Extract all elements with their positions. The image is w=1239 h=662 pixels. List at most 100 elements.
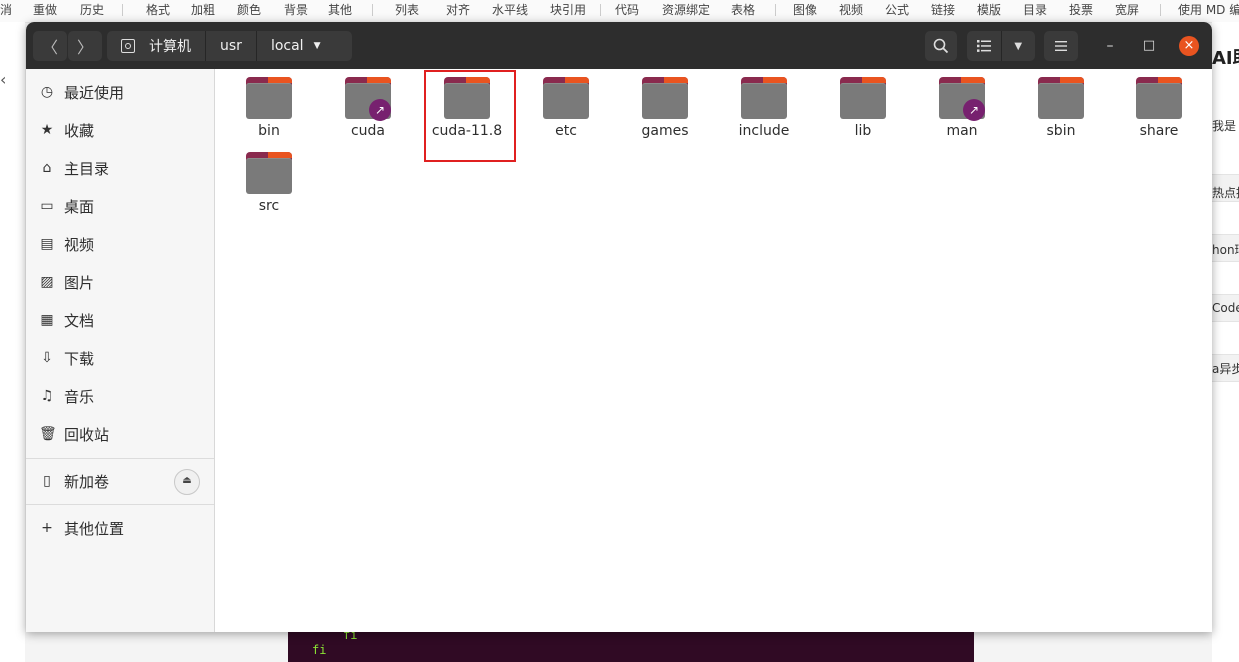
sidebar-item-label: 主目录 (64, 159, 110, 178)
toolbar-item[interactable]: 对齐 (446, 1, 470, 18)
chevron-right-icon: 〉 (76, 38, 93, 57)
toolbar-item[interactable]: 重做 (33, 1, 57, 18)
file-name: cuda (350, 123, 386, 139)
file-name: share (1139, 123, 1179, 139)
chevron-down-icon: ▼ (1014, 40, 1023, 52)
folder-item[interactable]: ↗ man (917, 77, 1007, 139)
list-view-button[interactable] (967, 31, 1002, 61)
breadcrumb-computer[interactable]: 计算机 (107, 31, 206, 61)
toolbar-item[interactable]: 表格 (731, 1, 755, 18)
sidebar-item-desktop[interactable]: ▭ 桌面 (26, 187, 214, 225)
desktop-icon: ▭ (40, 198, 54, 214)
minimize-button[interactable]: – (1099, 35, 1121, 57)
toolbar-item[interactable]: 资源绑定 (662, 1, 710, 18)
film-icon: ▤ (40, 236, 54, 252)
toolbar-item[interactable]: 图像 (793, 1, 817, 18)
toolbar-item[interactable]: 颜色 (237, 1, 261, 18)
sidebar-item-home[interactable]: ⌂ 主目录 (26, 149, 214, 187)
folder-item[interactable]: ↗ cuda (323, 77, 413, 139)
toolbar-item[interactable]: 历史 (80, 1, 104, 18)
menu-button[interactable] (1044, 31, 1078, 61)
sidebar-item-other-locations[interactable]: + 其他位置 (26, 509, 214, 547)
sidebar-divider (26, 504, 214, 505)
file-grid: bin ↗ cuda cuda-11.8 etc games include l… (215, 69, 1212, 632)
breadcrumb-local[interactable]: local ▼ (257, 31, 335, 61)
sidebar-item-recent[interactable]: ◷ 最近使用 (26, 73, 214, 111)
sidebar-item-label: 最近使用 (64, 83, 125, 102)
folder-item[interactable]: etc (521, 77, 611, 139)
sidebar-item-label: 收藏 (64, 121, 95, 140)
panel-text[interactable]: hon环 (1212, 241, 1239, 258)
back-button[interactable]: 〈 (33, 31, 67, 61)
toolbar-item[interactable]: 水平线 (492, 1, 528, 18)
sidebar-item-label: 音乐 (64, 387, 95, 406)
folder-icon (246, 77, 292, 119)
toolbar-item[interactable]: 模版 (977, 1, 1001, 18)
sidebar-item-starred[interactable]: ★ 收藏 (26, 111, 214, 149)
sidebar-item-label: 回收站 (64, 425, 110, 444)
file-manager-window: 〈 〉 计算机 usr local ▼ ▼ – □ × ◷ 最近使用 ★ 收藏 … (26, 22, 1212, 632)
file-name: lib (854, 123, 872, 139)
maximize-button[interactable]: □ (1138, 35, 1160, 57)
sidebar-item-trash[interactable]: 🗑 回收站 (26, 415, 214, 453)
background-terminal: fi fi (288, 628, 974, 662)
sidebar-item-downloads[interactable]: ⇩ 下载 (26, 339, 214, 377)
toolbar-item[interactable]: 列表 (395, 1, 419, 18)
music-note-icon: ♫ (40, 388, 54, 404)
panel-text[interactable]: 热点推 (1212, 184, 1239, 201)
forward-button[interactable]: 〉 (68, 31, 102, 61)
chevron-down-icon: ▼ (313, 41, 321, 51)
terminal-line: fi (312, 643, 327, 657)
clock-icon: ◷ (40, 84, 54, 100)
toolbar-item[interactable]: 视频 (839, 1, 863, 18)
toolbar-item[interactable]: 使用 MD 编 (1178, 1, 1239, 18)
toolbar-item[interactable]: 其他 (328, 1, 352, 18)
folder-item[interactable]: games (620, 77, 710, 139)
panel-text: 我是 (1212, 119, 1237, 133)
file-name: include (738, 123, 790, 139)
folder-item[interactable]: lib (818, 77, 908, 139)
highlight-box (424, 70, 516, 162)
folder-item[interactable]: src (224, 152, 314, 214)
panel-text[interactable]: Code (1212, 301, 1239, 315)
toolbar-item[interactable]: 代码 (615, 1, 639, 18)
folder-item[interactable]: share (1114, 77, 1204, 139)
star-icon: ★ (40, 122, 54, 138)
breadcrumb: 计算机 usr local ▼ (107, 31, 352, 61)
toolbar-item[interactable]: 目录 (1023, 1, 1047, 18)
background-left-edge: ‹ (0, 22, 25, 662)
ai-panel-heading: AI助 (1212, 48, 1239, 69)
toolbar-item[interactable]: 加粗 (191, 1, 215, 18)
home-icon: ⌂ (42, 160, 52, 176)
toolbar-item[interactable]: 链接 (931, 1, 955, 18)
toolbar-item[interactable]: 消 (0, 1, 12, 18)
folder-item[interactable]: bin (224, 77, 314, 139)
folder-item[interactable]: sbin (1016, 77, 1106, 139)
symlink-arrow-icon: ↗ (963, 99, 985, 121)
toolbar-item[interactable]: 公式 (885, 1, 909, 18)
search-button[interactable] (925, 31, 957, 61)
sidebar-item-documents[interactable]: ▦ 文档 (26, 301, 214, 339)
file-name: games (641, 123, 689, 139)
sidebar-item-music[interactable]: ♫ 音乐 (26, 377, 214, 415)
plus-icon: + (41, 520, 53, 536)
toolbar-item[interactable]: 背景 (284, 1, 308, 18)
eject-button[interactable]: ⏏ (174, 469, 200, 495)
folder-icon (1038, 77, 1084, 119)
view-dropdown-button[interactable]: ▼ (1002, 31, 1036, 61)
sidebar-item-pictures[interactable]: ▨ 图片 (26, 263, 214, 301)
toolbar-item[interactable]: 格式 (146, 1, 170, 18)
drive-icon: ▯ (43, 473, 51, 489)
breadcrumb-label: local (270, 38, 304, 54)
breadcrumb-label: usr (220, 38, 242, 54)
toolbar-item[interactable]: 投票 (1069, 1, 1093, 18)
toolbar-item[interactable]: 宽屏 (1115, 1, 1139, 18)
close-button[interactable]: × (1179, 36, 1199, 56)
panel-text[interactable]: a异步 (1212, 360, 1239, 377)
sidebar-item-videos[interactable]: ▤ 视频 (26, 225, 214, 263)
breadcrumb-usr[interactable]: usr (206, 31, 257, 61)
toolbar-item[interactable]: 块引用 (550, 1, 586, 18)
sidebar-item-label: 文档 (64, 311, 95, 330)
download-icon: ⇩ (41, 350, 53, 366)
folder-item[interactable]: include (719, 77, 809, 139)
